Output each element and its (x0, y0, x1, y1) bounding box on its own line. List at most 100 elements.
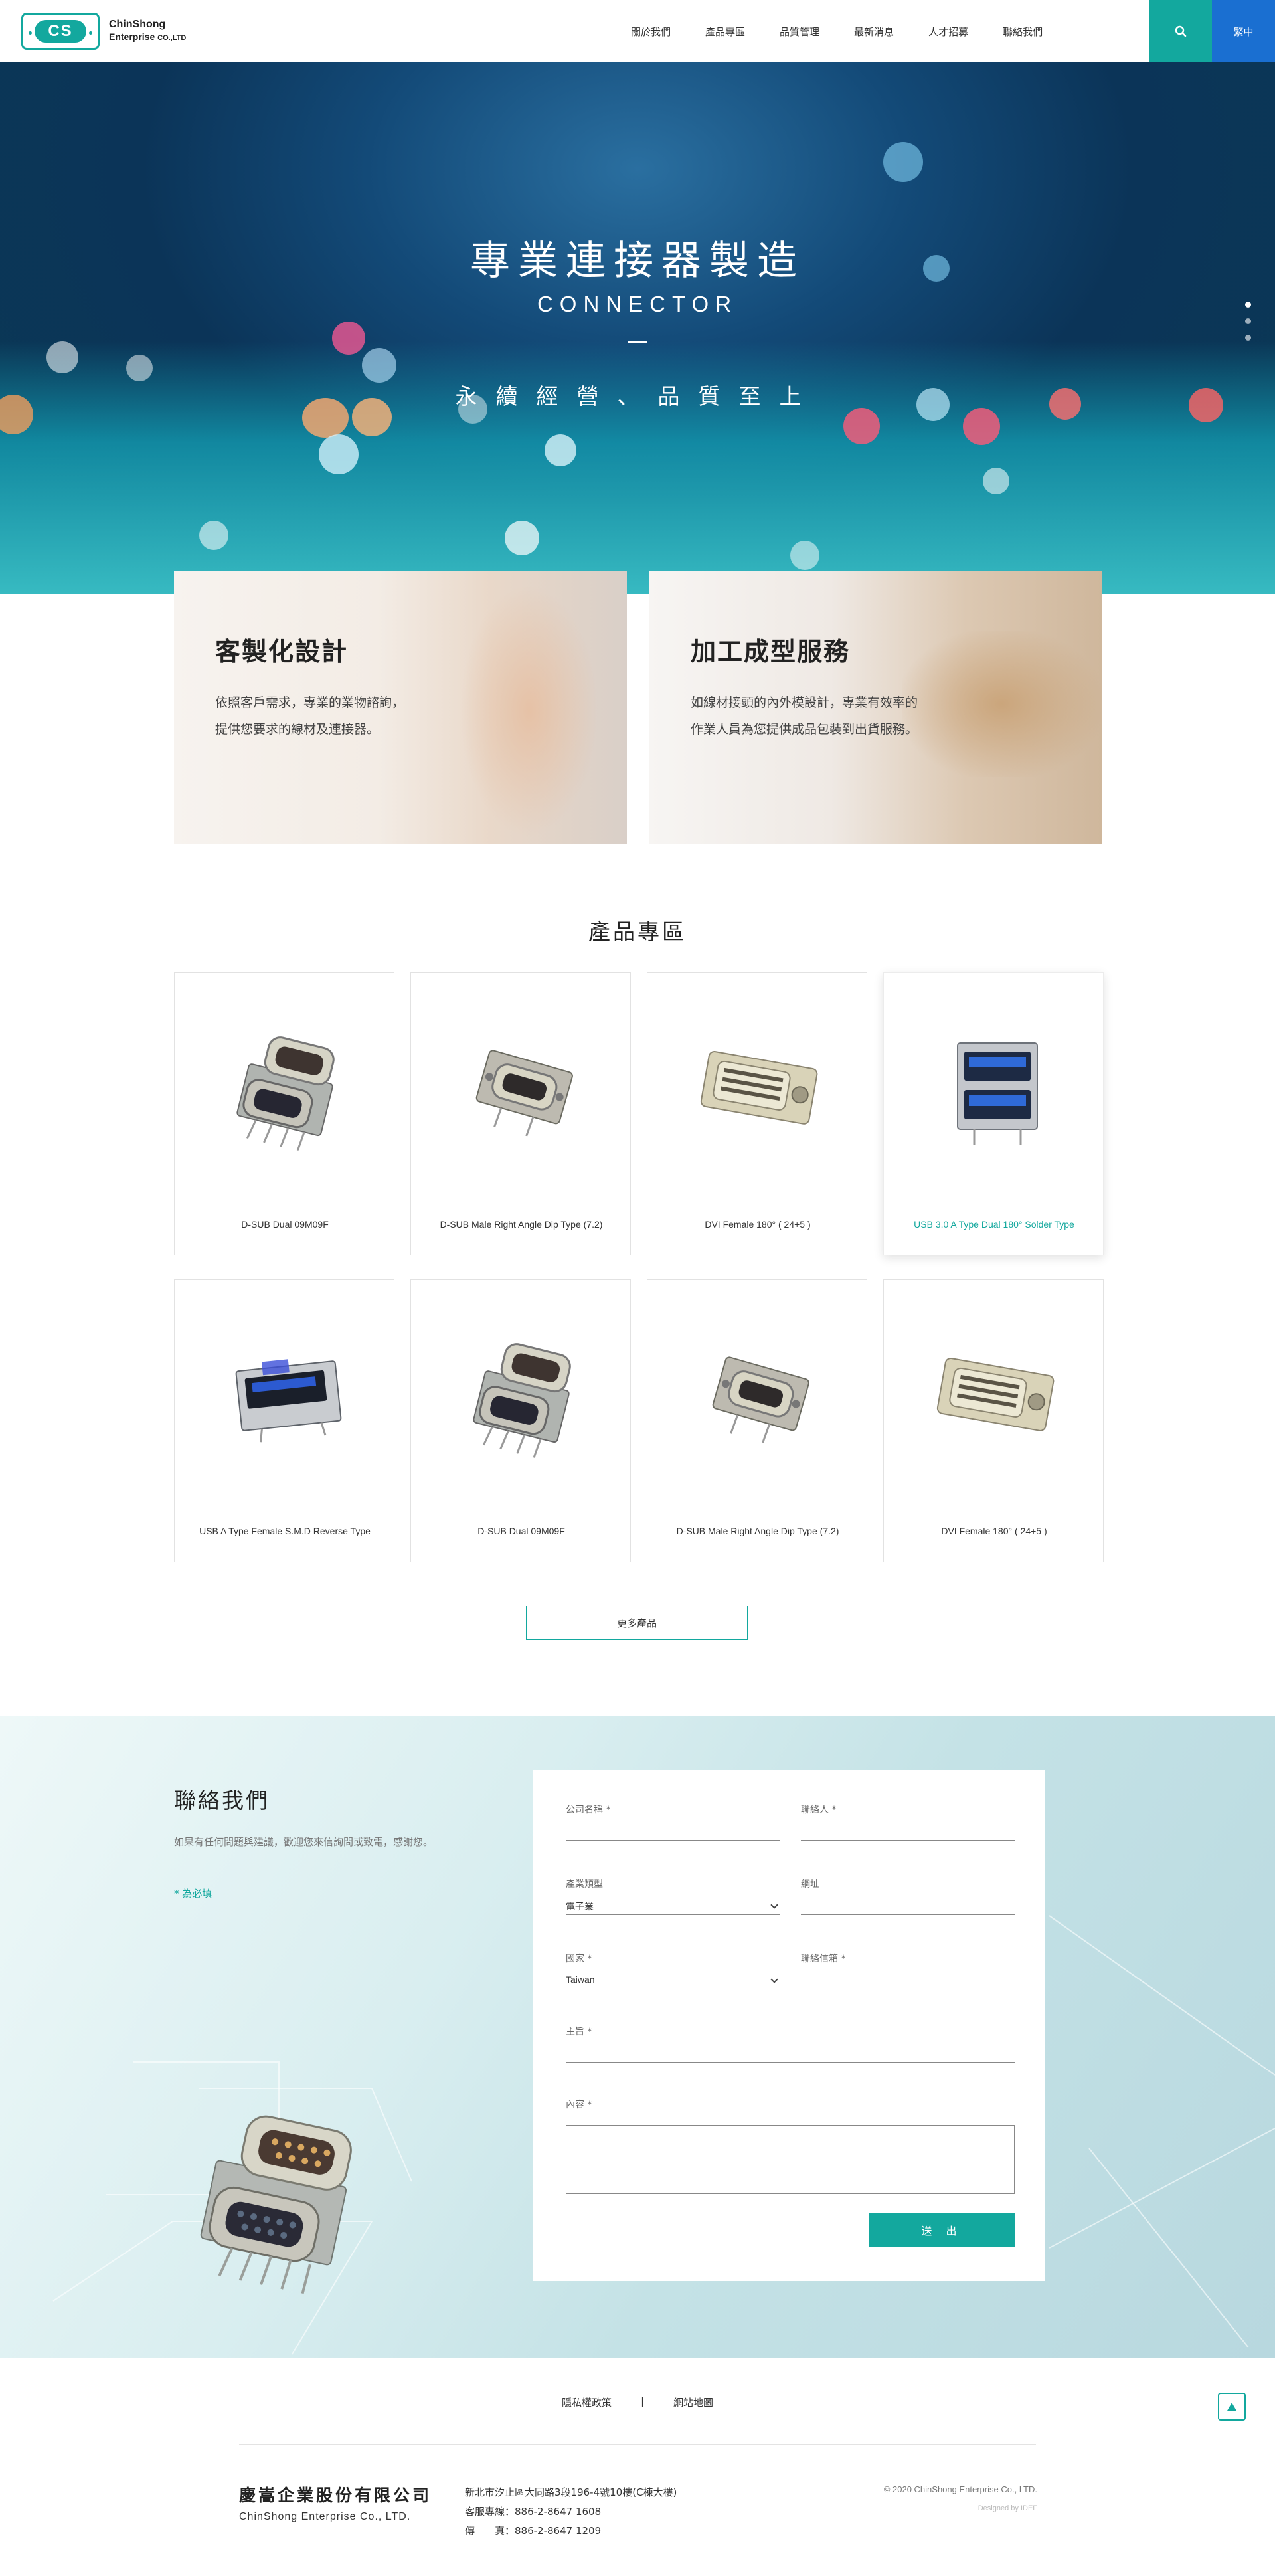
bokeh-light (983, 468, 1009, 494)
service-desc-line: 依照客戶需求，專業的業物諮詢， (215, 695, 405, 710)
nav-item-contact[interactable]: 聯絡我們 (1003, 25, 1043, 39)
footer-link-separator: | (640, 2395, 645, 2407)
field-label: 公司名稱 * (566, 1805, 611, 1815)
product-name[interactable]: D-SUB Dual 09M09F (175, 1219, 395, 1230)
service-phone: 客服專線：886-2-8647 1608 (465, 2506, 602, 2518)
product-card[interactable]: USB A Type Female S.M.D Reverse Type (174, 1279, 394, 1562)
slide-dot[interactable] (1245, 302, 1251, 308)
logo-name-enterprise: Enterprise (109, 31, 155, 42)
content-textarea[interactable] (566, 2125, 1015, 2194)
dvi-female-icon (700, 1050, 818, 1125)
product-name[interactable]: D-SUB Male Right Angle Dip Type (7.2) (647, 1526, 868, 1536)
field-label: 聯絡信箱 * (801, 1954, 846, 1964)
service-desc-line: 如線材接頭的內外模設計，專業有效率的 (691, 695, 918, 710)
service-card-processing[interactable]: 加工成型服務 如線材接頭的內外模設計，專業有效率的 作業人員為您提供成品包裝到出… (649, 571, 1102, 844)
contact-person-field[interactable]: 聯絡人 * (801, 1803, 1015, 1841)
email-field[interactable]: 聯絡信箱 * (801, 1952, 1015, 1989)
dsub-dual-icon (473, 1343, 571, 1458)
product-name[interactable]: USB A Type Female S.M.D Reverse Type (175, 1526, 395, 1536)
more-products-button[interactable]: 更多產品 (526, 1606, 748, 1640)
subject-field[interactable]: 主旨 * (566, 2025, 1015, 2063)
slide-dot[interactable] (1245, 318, 1251, 324)
product-name[interactable]: D-SUB Male Right Angle Dip Type (7.2) (411, 1219, 632, 1230)
hero-title: 專業連接器製造 (470, 238, 805, 284)
footer-divider (239, 2444, 1036, 2445)
bokeh-light (790, 541, 819, 570)
site-logo[interactable]: CS ChinShong Enterprise CO.,LTD (21, 12, 214, 50)
sitemap-link[interactable]: 網站地圖 (673, 2395, 713, 2409)
company-name-field[interactable]: 公司名稱 * (566, 1803, 780, 1841)
nav-item-about[interactable]: 關於我們 (631, 25, 671, 39)
industry-select[interactable]: 產業類型 電子業 (566, 1877, 780, 1915)
field-value[interactable] (801, 1900, 1015, 1913)
company-address: 新北市汐止區大同路3段196-4號10樓(C棟大樓) (465, 2486, 677, 2498)
nav-item-careers[interactable]: 人才招募 (928, 25, 968, 39)
field-label: 主旨 * (566, 2027, 592, 2037)
site-header: CS ChinShong Enterprise CO.,LTD 關於我們 產品專… (0, 0, 1275, 62)
product-name[interactable]: DVI Female 180° ( 24+5 ) (884, 1526, 1104, 1536)
field-underline (566, 2062, 1015, 2063)
field-label: 國家 * (566, 1954, 592, 1964)
arrow-up-icon (1227, 2403, 1236, 2411)
product-card[interactable]: DVI Female 180° ( 24+5 ) (647, 972, 867, 1255)
product-card[interactable]: D-SUB Dual 09M09F (410, 1279, 631, 1562)
bokeh-light (963, 408, 1000, 445)
bokeh-light (126, 355, 153, 381)
bokeh-light (332, 322, 365, 355)
usb-dual-icon (957, 1042, 1038, 1145)
field-value[interactable] (801, 1974, 1015, 1987)
product-card[interactable]: D-SUB Male Right Angle Dip Type (7.2) (410, 972, 631, 1255)
submit-button[interactable]: 送 出 (869, 2213, 1015, 2247)
product-card[interactable]: D-SUB Male Right Angle Dip Type (7.2) (647, 1279, 867, 1562)
search-button[interactable] (1149, 0, 1212, 62)
field-value[interactable] (801, 1825, 1015, 1839)
field-label: 內容 * (566, 2100, 592, 2110)
nav-item-quality[interactable]: 品質管理 (780, 25, 819, 39)
logo-name-line2: Enterprise CO.,LTD (109, 31, 186, 44)
service-title: 加工成型服務 (691, 637, 851, 666)
bokeh-light (362, 348, 396, 383)
company-name-zh: 慶嵩企業股份有限公司 (239, 2486, 432, 2505)
product-name[interactable]: USB 3.0 A Type Dual 180° Solder Type (884, 1219, 1104, 1230)
service-desc-line: 提供您要求的線材及連接器。 (215, 722, 380, 737)
main-nav: 關於我們 產品專區 品質管理 最新消息 人才招募 聯絡我們 (631, 0, 1077, 62)
privacy-policy-link[interactable]: 隱私權政策 (562, 2395, 612, 2409)
products-title: 產品專區 (588, 919, 687, 945)
company-name-en: ChinShong Enterprise Co., LTD. (239, 2511, 411, 2522)
website-field[interactable]: 網址 (801, 1877, 1015, 1915)
bokeh-light (505, 521, 539, 555)
logo-text: ChinShong Enterprise CO.,LTD (109, 19, 186, 44)
field-value[interactable] (566, 1825, 780, 1839)
language-button[interactable]: 繁中 (1212, 0, 1275, 62)
slide-indicator (1245, 302, 1254, 351)
product-name[interactable]: D-SUB Dual 09M09F (411, 1526, 632, 1536)
logo-dot-left (29, 31, 32, 35)
bokeh-light (545, 434, 576, 466)
hero-banner: 專業連接器製造 CONNECTOR 永續經營、品質至上 (0, 62, 1275, 594)
product-card[interactable]: D-SUB Dual 09M09F (174, 972, 394, 1255)
nav-item-products[interactable]: 產品專區 (705, 25, 745, 39)
product-name[interactable]: DVI Female 180° ( 24+5 ) (647, 1219, 868, 1230)
product-card[interactable]: DVI Female 180° ( 24+5 ) (883, 1279, 1104, 1562)
copyright-text: © 2020 ChinShong Enterprise Co., LTD. (883, 2484, 1037, 2494)
field-value[interactable]: Taiwan (566, 1974, 780, 1987)
logo-dot-right (89, 31, 92, 35)
nav-item-news[interactable]: 最新消息 (854, 25, 894, 39)
company-contact-info: 新北市汐止區大同路3段196-4號10樓(C棟大樓) 客服專線：886-2-86… (465, 2483, 677, 2541)
country-select[interactable]: 國家 * Taiwan (566, 1952, 780, 1989)
field-value[interactable] (566, 2047, 1015, 2061)
hero-tagline: 永續經營、品質至上 (455, 383, 820, 409)
slide-dot[interactable] (1245, 335, 1251, 341)
service-card-custom-design[interactable]: 客製化設計 依照客戶需求，專業的業物諮詢， 提供您要求的線材及連接器。 (174, 571, 627, 844)
designer-credit[interactable]: Designed by IDEF (764, 2504, 1037, 2512)
logo-badge: CS (21, 13, 100, 50)
hero-subtitle: CONNECTOR (537, 292, 738, 316)
field-value[interactable]: 電子業 (566, 1900, 780, 1913)
product-card[interactable]: USB 3.0 A Type Dual 180° Solder Type (883, 972, 1104, 1255)
contact-title: 聯絡我們 (174, 1788, 270, 1813)
contact-form: 公司名稱 * 聯絡人 * 產業類型 電子業 網址 國家 * Taiwan 聯絡信… (533, 1770, 1045, 2281)
contact-description: 如果有任何問題與建議，歡迎您來信詢問或致電，感謝您。 (174, 1836, 434, 1848)
bokeh-light (319, 434, 359, 474)
service-desc-line: 作業人員為您提供成品包裝到出貨服務。 (691, 722, 918, 737)
back-to-top-button[interactable] (1218, 2393, 1246, 2421)
